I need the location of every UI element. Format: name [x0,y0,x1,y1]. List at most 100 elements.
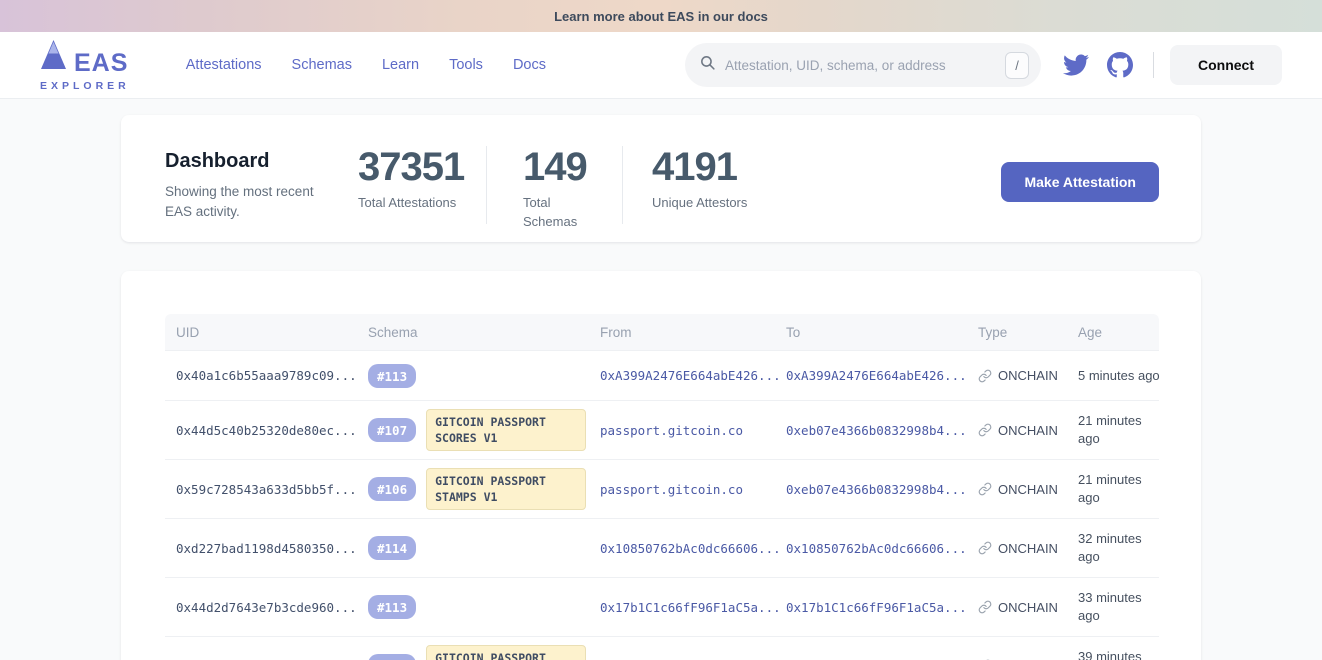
nav-attestations[interactable]: Attestations [186,57,262,73]
stat-value: 149 [523,150,587,184]
type-cell: ONCHAIN [978,600,1078,615]
stat-value: 4191 [652,150,747,184]
stat-total-attestations: 37351 Total Attestations [358,150,463,213]
schema-id-badge[interactable]: #107 [368,654,416,660]
col-header-uid: UID [165,325,368,340]
schema-id-badge[interactable]: #113 [368,364,416,388]
schema-id-badge[interactable]: #113 [368,595,416,619]
nav-schemas[interactable]: Schemas [292,57,352,73]
dashboard-card: Dashboard Showing the most recent EAS ac… [121,115,1201,242]
table-row[interactable]: 0x44d5c40b25320de80ec... #107 GITCOIN PAS… [165,400,1159,459]
to-cell[interactable]: 0x10850762bAc0dc66606... [786,541,978,556]
chain-link-icon [978,541,992,555]
to-cell[interactable]: 0x17b1C1c66fF96F1aC5a... [786,600,978,615]
logo-subtitle: EXPLORER [40,80,130,92]
type-cell: ONCHAIN [978,368,1078,383]
schema-cell: #107 GITCOIN PASSPORT SCORES V1 [368,409,600,451]
stat-label: Total Attestations [358,194,463,213]
type-label: ONCHAIN [998,541,1058,556]
stat-value: 37351 [358,150,463,184]
stat-divider [486,146,487,224]
nav-tools[interactable]: Tools [449,57,483,73]
docs-banner-link[interactable]: Learn more about EAS in our docs [554,9,768,24]
table-row[interactable]: 0x40a1c6b55aaa9789c09... #113 0xA399A247… [165,350,1159,400]
age-cell: 32 minutes ago [1078,530,1159,565]
table-row[interactable]: 0xd227bad1198d4580350... #114 0x10850762… [165,518,1159,577]
main-nav: Attestations Schemas Learn Tools Docs [186,57,546,73]
type-label: ONCHAIN [998,423,1058,438]
twitter-icon[interactable] [1063,52,1089,78]
make-attestation-button[interactable]: Make Attestation [1001,162,1159,202]
logo-title: EAS [74,52,128,75]
uid-cell[interactable]: 0x59c728543a633d5bb5f... [165,482,368,497]
from-cell[interactable]: passport.gitcoin.co [600,482,786,497]
col-header-type: Type [978,325,1078,340]
nav-docs[interactable]: Docs [513,57,546,73]
eas-logo[interactable]: EAS EXPLORER [40,39,130,92]
age-cell: 21 minutes ago [1078,412,1159,447]
header-divider [1153,52,1154,78]
age-cell: 21 minutes ago [1078,471,1159,506]
uid-cell[interactable]: 0x44d5c40b25320de80ec... [165,423,368,438]
schema-name-tag[interactable]: GITCOIN PASSPORT SCORES V1 [426,645,586,660]
announcement-banner: Learn more about EAS in our docs [0,0,1322,32]
chain-link-icon [978,600,992,614]
from-cell[interactable]: passport.gitcoin.co [600,423,786,438]
stat-label: Total Schemas [523,194,587,232]
page-title: Dashboard [165,150,335,173]
from-cell[interactable]: 0xA399A2476E664abE426... [600,368,786,383]
schema-name-tag[interactable]: GITCOIN PASSPORT SCORES V1 [426,409,586,451]
uid-cell[interactable]: 0x44d2d7643e7b3cde960... [165,600,368,615]
stat-label: Unique Attestors [652,194,747,213]
type-label: ONCHAIN [998,600,1058,615]
uid-cell[interactable]: 0xd227bad1198d4580350... [165,541,368,556]
schema-name-tag[interactable]: GITCOIN PASSPORT STAMPS V1 [426,468,586,510]
age-cell: 5 minutes ago [1078,367,1159,385]
chain-link-icon [978,482,992,496]
to-cell[interactable]: 0xeb07e4366b0832998b4... [786,423,978,438]
page-subtitle: Showing the most recent EAS activity. [165,182,335,221]
github-icon[interactable] [1107,52,1133,78]
attestations-table-card: UID Schema From To Type Age 0x40a1c6b55a… [121,271,1201,660]
from-cell[interactable]: 0x10850762bAc0dc66606... [600,541,786,556]
stat-unique-attestors: 4191 Unique Attestors [652,150,747,213]
chain-link-icon [978,369,992,383]
table-row[interactable]: 0x44d2d7643e7b3cde960... #113 0x17b1C1c6… [165,577,1159,636]
slash-shortcut-badge: / [1005,52,1029,79]
schema-id-badge[interactable]: #106 [368,477,416,501]
col-header-to: To [786,325,978,340]
search-bar: / [685,43,1041,87]
schema-cell: #113 [368,364,600,388]
schema-cell: #107 GITCOIN PASSPORT SCORES V1 [368,645,600,660]
stat-total-schemas: 149 Total Schemas [523,150,587,232]
header: EAS EXPLORER Attestations Schemas Learn … [0,32,1322,99]
schema-id-badge[interactable]: #114 [368,536,416,560]
age-cell: 33 minutes ago [1078,589,1159,624]
connect-wallet-button[interactable]: Connect [1170,45,1282,85]
col-header-age: Age [1078,325,1159,340]
type-cell: ONCHAIN [978,482,1078,497]
social-links [1063,52,1133,78]
triangle-logo-icon [40,39,67,75]
chain-link-icon [978,423,992,437]
schema-cell: #106 GITCOIN PASSPORT STAMPS V1 [368,468,600,510]
schema-id-badge[interactable]: #107 [368,418,416,442]
search-input[interactable] [725,58,1005,73]
table-row[interactable]: 0xcfc68a268e8ec9260a8... #107GITCOIN PAS… [165,636,1159,660]
uid-cell[interactable]: 0x40a1c6b55aaa9789c09... [165,368,368,383]
schema-cell: #114 [368,536,600,560]
type-label: ONCHAIN [998,368,1058,383]
to-cell[interactable]: 0xA399A2476E664abE426... [786,368,978,383]
col-header-from: From [600,325,786,340]
stat-divider [622,146,623,224]
search-icon [699,54,716,76]
nav-learn[interactable]: Learn [382,57,419,73]
table-header-row: UID Schema From To Type Age [165,314,1159,350]
age-cell: 39 minutes ago [1078,648,1159,660]
type-cell: ONCHAIN [978,423,1078,438]
from-cell[interactable]: 0x17b1C1c66fF96F1aC5a... [600,600,786,615]
col-header-schema: Schema [368,325,600,340]
schema-cell: #113 [368,595,600,619]
to-cell[interactable]: 0xeb07e4366b0832998b4... [786,482,978,497]
table-row[interactable]: 0x59c728543a633d5bb5f... #106 GITCOIN PAS… [165,459,1159,518]
